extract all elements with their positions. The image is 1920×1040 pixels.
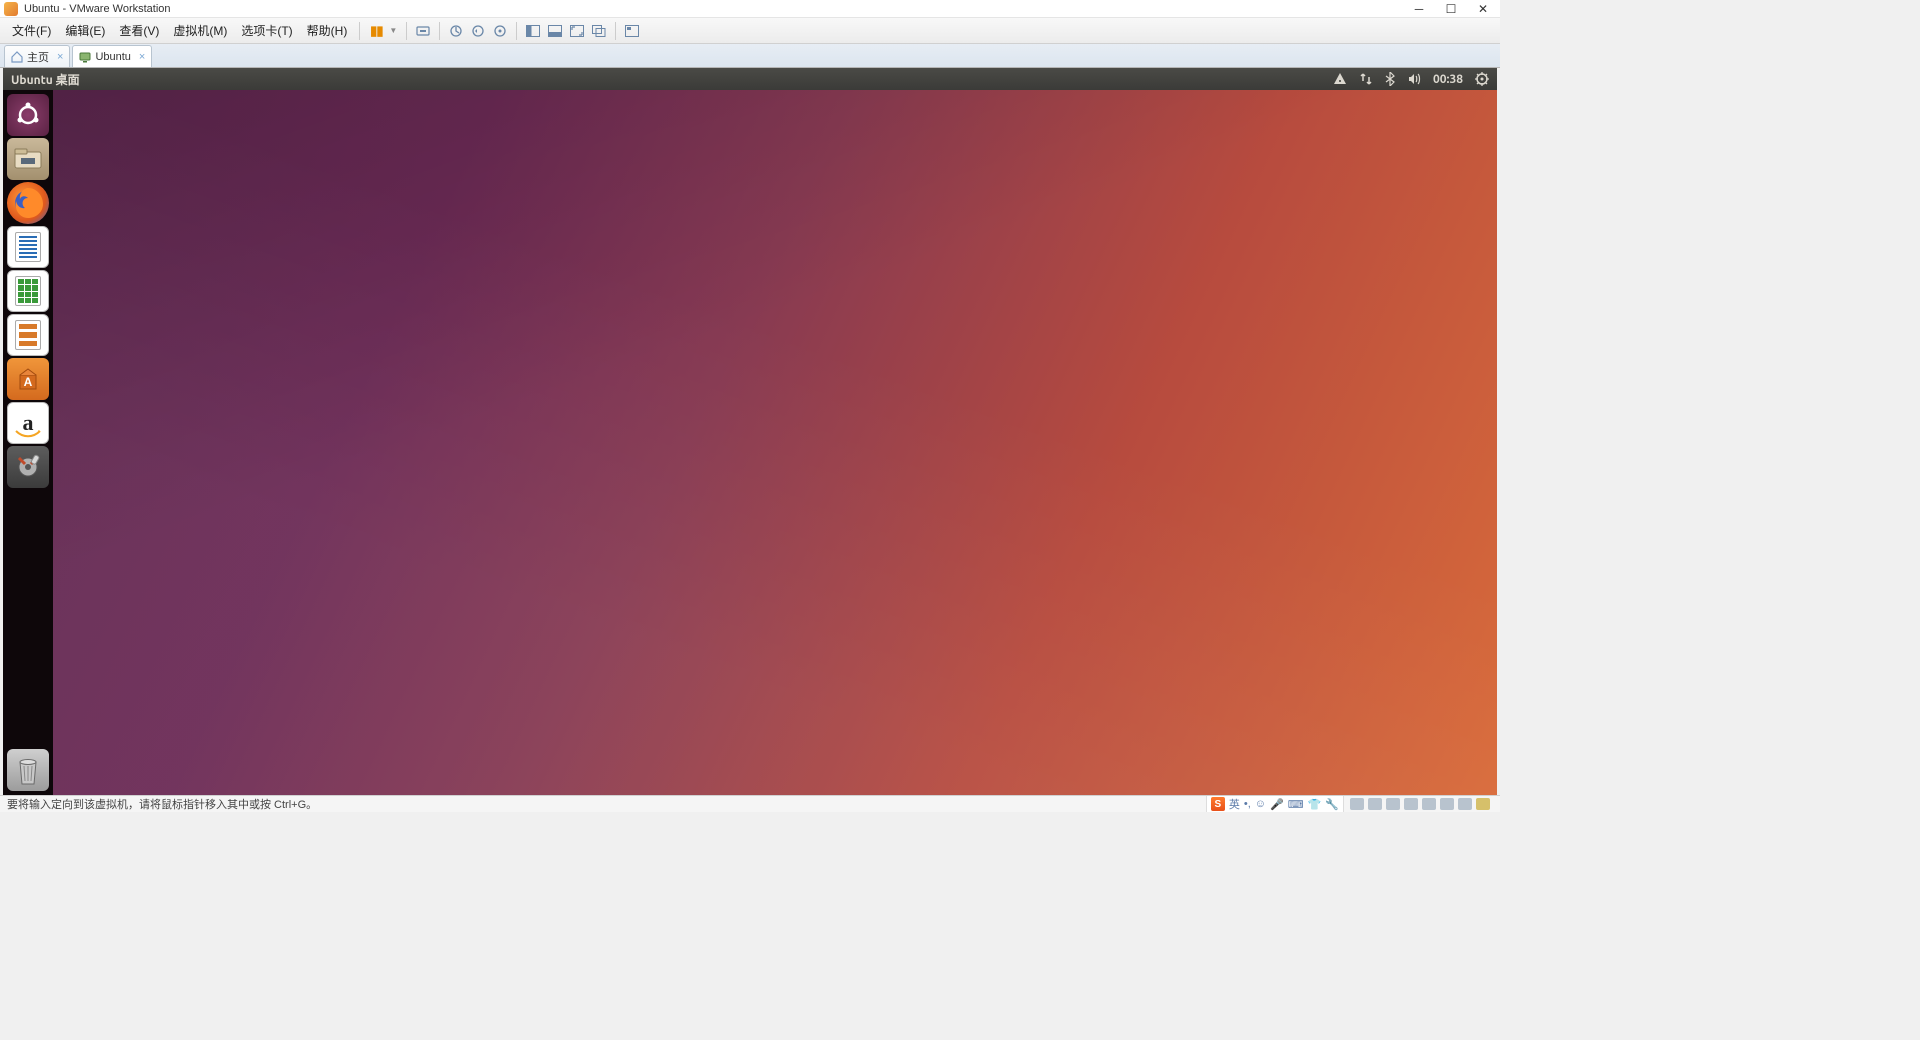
bluetooth-indicator-icon[interactable] xyxy=(1385,72,1395,86)
files-icon xyxy=(13,146,43,172)
window-title: Ubuntu - VMware Workstation xyxy=(24,3,171,15)
tab-bar: 主页 × Ubuntu × xyxy=(0,44,1500,68)
statusbar: 要将输入定向到该虚拟机，请将鼠标指针移入其中或按 Ctrl+G。 S 英 •, … xyxy=(0,795,1500,812)
thumbnail-view-button[interactable] xyxy=(545,21,565,41)
unity-mode-button[interactable] xyxy=(589,21,609,41)
pause-vm-button[interactable]: ▮▮ xyxy=(366,21,386,41)
library-button[interactable] xyxy=(622,21,642,41)
ubuntu-top-panel: Ubuntu 桌面 00:38 xyxy=(3,68,1497,90)
menu-tabs[interactable]: 选项卡(T) xyxy=(235,20,298,41)
menu-view[interactable]: 查看(V) xyxy=(113,20,165,41)
window-controls: ─ ☐ ✕ xyxy=(1412,2,1496,16)
ime-bar: S 英 •, ☺ 🎤 ⌨ 👕 🔧 xyxy=(1206,796,1343,812)
vm-icon xyxy=(79,51,91,63)
sound-indicator-icon[interactable] xyxy=(1407,72,1421,86)
revert-snapshot-button[interactable] xyxy=(468,21,488,41)
clock-indicator[interactable]: 00:38 xyxy=(1433,73,1463,86)
window-titlebar: Ubuntu - VMware Workstation ─ ☐ ✕ xyxy=(0,0,1500,18)
device-msg-icon[interactable] xyxy=(1476,798,1490,810)
separator xyxy=(516,22,517,40)
unity-launcher: A a xyxy=(3,90,53,795)
ime-punct-icon[interactable]: •, xyxy=(1244,798,1251,810)
tab-label: 主页 xyxy=(27,49,49,65)
tab-home[interactable]: 主页 × xyxy=(4,45,70,67)
vm-viewport[interactable]: Ubuntu 桌面 00:38 xyxy=(3,68,1497,795)
ubuntu-logo-icon xyxy=(14,101,42,129)
minimize-button[interactable]: ─ xyxy=(1412,2,1426,16)
settings-icon xyxy=(13,452,43,482)
snapshot-button[interactable] xyxy=(446,21,466,41)
close-button[interactable]: ✕ xyxy=(1476,2,1490,16)
launcher-impress[interactable] xyxy=(7,314,49,356)
ime-emoji-icon[interactable]: ☺ xyxy=(1255,798,1266,810)
impress-icon xyxy=(15,320,41,350)
tab-close-button[interactable]: × xyxy=(57,51,63,63)
menu-vm[interactable]: 虚拟机(M) xyxy=(167,20,233,41)
launcher-settings[interactable] xyxy=(7,446,49,488)
session-indicator-icon[interactable] xyxy=(1475,72,1489,86)
software-icon: A xyxy=(14,365,42,393)
menu-help[interactable]: 帮助(H) xyxy=(301,20,354,41)
amazon-icon: a xyxy=(23,410,34,436)
writer-icon xyxy=(15,232,41,262)
ime-toolbox-icon[interactable]: 🔧 xyxy=(1325,798,1339,811)
keyboard-indicator-icon[interactable] xyxy=(1333,72,1347,86)
launcher-writer[interactable] xyxy=(7,226,49,268)
device-usb-icon[interactable] xyxy=(1404,798,1418,810)
svg-text:A: A xyxy=(24,375,33,389)
separator xyxy=(359,22,360,40)
device-cd-icon[interactable] xyxy=(1368,798,1382,810)
launcher-dash[interactable] xyxy=(7,94,49,136)
vmware-app-icon xyxy=(4,2,18,16)
menu-file[interactable]: 文件(F) xyxy=(6,20,57,41)
launcher-calc[interactable] xyxy=(7,270,49,312)
ime-skin-icon[interactable]: 👕 xyxy=(1308,798,1322,811)
tab-close-button[interactable]: × xyxy=(139,51,145,63)
calc-icon xyxy=(15,276,41,306)
ime-lang[interactable]: 英 xyxy=(1229,796,1240,812)
maximize-button[interactable]: ☐ xyxy=(1444,2,1458,16)
ubuntu-panel-title: Ubuntu 桌面 xyxy=(11,71,80,88)
firefox-icon xyxy=(11,186,45,220)
launcher-amazon[interactable]: a xyxy=(7,402,49,444)
ubuntu-wallpaper[interactable] xyxy=(53,90,1497,795)
device-printer-icon[interactable] xyxy=(1440,798,1454,810)
menu-edit[interactable]: 编辑(E) xyxy=(59,20,111,41)
fullscreen-button[interactable] xyxy=(567,21,587,41)
ubuntu-desktop: A a xyxy=(3,90,1497,795)
power-dropdown[interactable]: ▼ xyxy=(386,26,400,35)
tab-label: Ubuntu xyxy=(95,51,130,63)
trash-icon xyxy=(14,754,42,786)
network-indicator-icon[interactable] xyxy=(1359,72,1373,86)
sogou-logo-icon[interactable]: S xyxy=(1211,797,1225,811)
manage-snapshots-button[interactable] xyxy=(490,21,510,41)
show-console-button[interactable] xyxy=(523,21,543,41)
separator xyxy=(615,22,616,40)
launcher-software[interactable]: A xyxy=(7,358,49,400)
device-sound-icon[interactable] xyxy=(1422,798,1436,810)
tab-ubuntu[interactable]: Ubuntu × xyxy=(72,45,152,67)
home-icon xyxy=(11,51,23,63)
ubuntu-indicators: 00:38 xyxy=(1333,72,1489,86)
send-ctrl-alt-del-button[interactable] xyxy=(413,21,433,41)
ime-softkbd-icon[interactable]: ⌨ xyxy=(1288,798,1304,811)
menubar: 文件(F) 编辑(E) 查看(V) 虚拟机(M) 选项卡(T) 帮助(H) ▮▮… xyxy=(0,18,1500,44)
ime-voice-icon[interactable]: 🎤 xyxy=(1270,798,1284,811)
status-text: 要将输入定向到该虚拟机，请将鼠标指针移入其中或按 Ctrl+G。 xyxy=(4,796,1206,812)
device-net-icon[interactable] xyxy=(1386,798,1400,810)
launcher-firefox[interactable] xyxy=(7,182,49,224)
launcher-files[interactable] xyxy=(7,138,49,180)
device-hdd-icon[interactable] xyxy=(1350,798,1364,810)
separator xyxy=(439,22,440,40)
launcher-trash[interactable] xyxy=(7,749,49,791)
device-display-icon[interactable] xyxy=(1458,798,1472,810)
vm-device-icons xyxy=(1343,796,1496,812)
separator xyxy=(406,22,407,40)
